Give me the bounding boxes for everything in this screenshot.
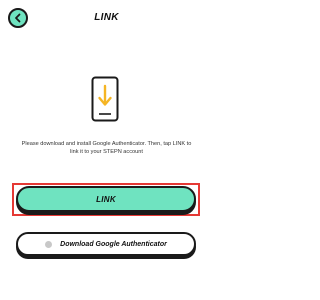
page-title: LINK [94,12,119,23]
download-button-label: Download Google Authenticator [60,240,167,248]
google-authenticator-icon [45,240,53,248]
phone-download-icon [91,76,119,122]
instructions-text: Please download and install Google Authe… [21,141,192,155]
link-screen: LINK Please download and install Google … [0,0,213,300]
link-button[interactable]: LINK [16,186,196,212]
download-google-authenticator-button[interactable]: Download Google Authenticator [16,232,196,256]
